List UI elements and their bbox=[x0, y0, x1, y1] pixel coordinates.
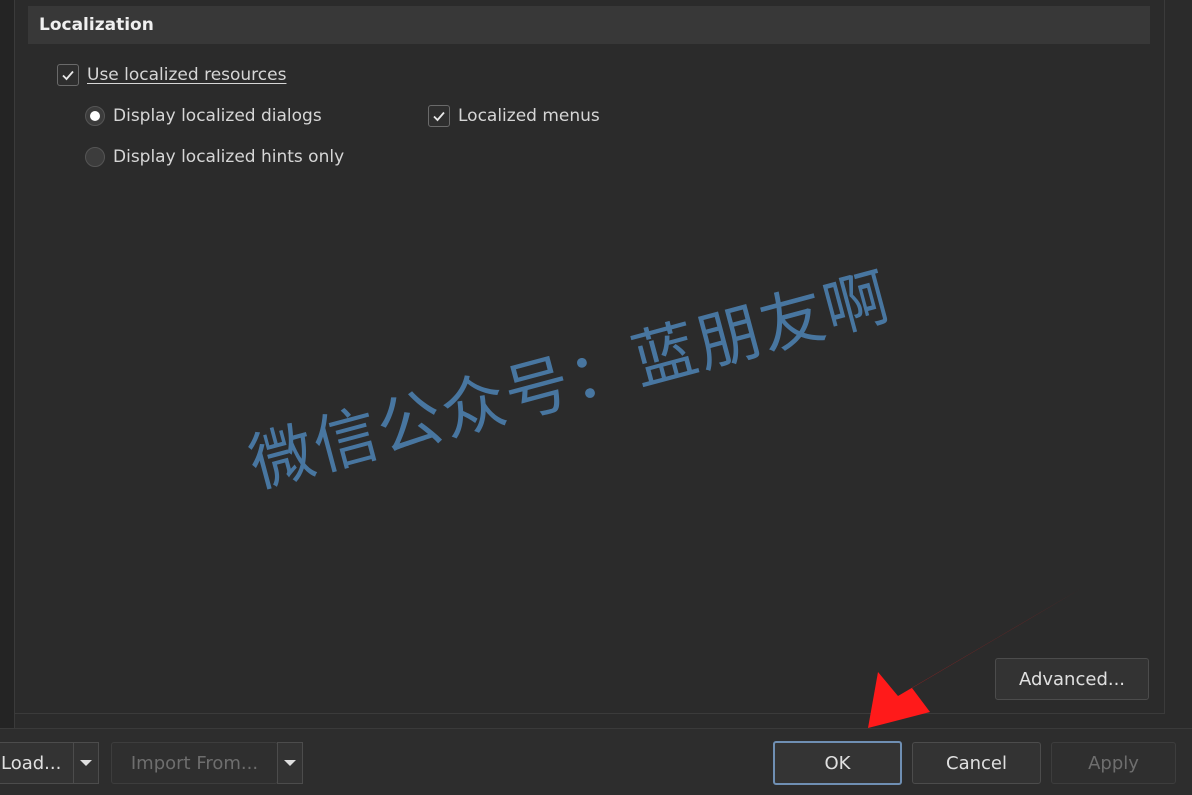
use-localized-resources-label: Use localized resources bbox=[87, 65, 287, 85]
chevron-down-icon bbox=[80, 760, 92, 766]
use-localized-resources-checkbox[interactable] bbox=[57, 64, 79, 86]
apply-button[interactable]: Apply bbox=[1051, 742, 1176, 784]
load-button[interactable]: Load... bbox=[0, 742, 74, 784]
display-localized-dialogs-radio[interactable] bbox=[85, 106, 105, 126]
localized-menus-option[interactable]: Localized menus bbox=[428, 105, 600, 127]
chevron-down-icon bbox=[284, 760, 296, 766]
display-localized-dialogs-option[interactable]: Display localized dialogs bbox=[85, 106, 322, 126]
section-title: Localization bbox=[39, 15, 154, 35]
display-localized-dialogs-label: Display localized dialogs bbox=[113, 106, 322, 126]
advanced-button[interactable]: Advanced... bbox=[995, 658, 1149, 700]
ok-button[interactable]: OK bbox=[773, 741, 902, 785]
import-from-dropdown-button[interactable] bbox=[277, 742, 303, 784]
use-localized-resources-option[interactable]: Use localized resources bbox=[57, 64, 286, 86]
localized-menus-checkbox[interactable] bbox=[428, 105, 450, 127]
import-from-button[interactable]: Import From... bbox=[111, 742, 278, 784]
left-panel-edge bbox=[0, 0, 15, 730]
radio-selected-dot bbox=[90, 111, 100, 121]
localization-section-header: Localization bbox=[28, 6, 1150, 44]
display-localized-hints-only-label: Display localized hints only bbox=[113, 147, 345, 167]
localized-menus-label: Localized menus bbox=[458, 106, 600, 126]
load-dropdown-button[interactable] bbox=[73, 742, 99, 784]
checkmark-icon bbox=[62, 70, 74, 81]
cancel-button[interactable]: Cancel bbox=[912, 742, 1041, 784]
checkmark-icon bbox=[433, 111, 445, 122]
display-localized-hints-only-option[interactable]: Display localized hints only bbox=[85, 147, 344, 167]
display-localized-hints-only-radio[interactable] bbox=[85, 147, 105, 167]
